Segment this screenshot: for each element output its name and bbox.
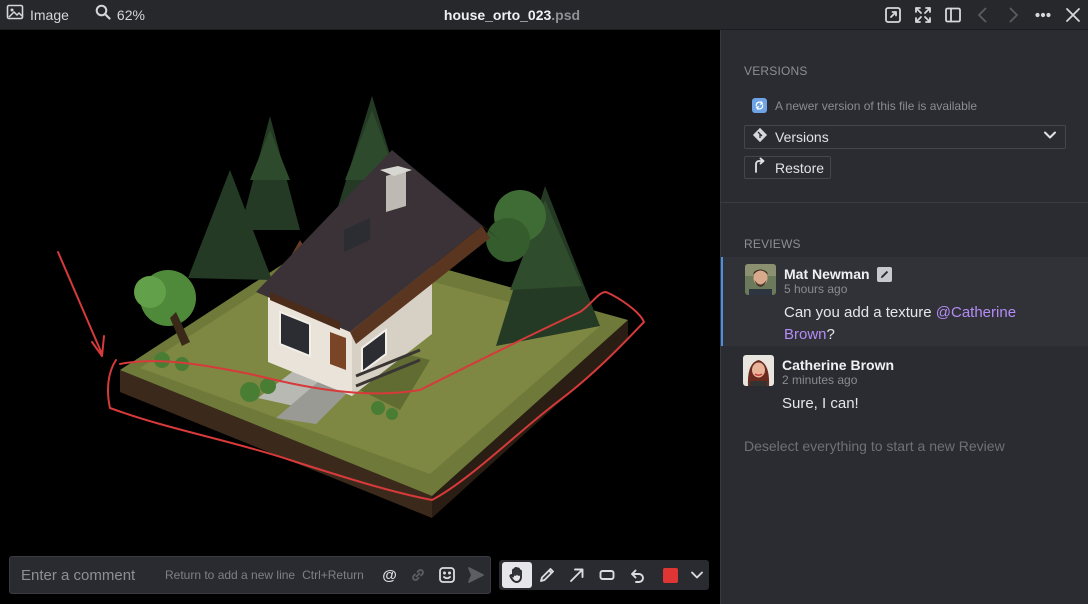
window-controls	[878, 0, 1088, 30]
avatar	[745, 264, 776, 295]
prev-icon[interactable]	[968, 0, 998, 30]
panel-toggle-icon[interactable]	[938, 0, 968, 30]
side-panel: VERSIONS A newer version of this file is…	[720, 30, 1088, 604]
image-canvas[interactable]: Return to add a new line Ctrl+Return to …	[0, 30, 720, 604]
review-author: Mat Newman	[784, 266, 892, 282]
color-dropdown-icon[interactable]	[685, 562, 709, 588]
rectangle-tool-icon[interactable]	[592, 562, 622, 588]
review-text: Sure, I can!	[782, 395, 859, 412]
review-time: 5 hours ago	[784, 282, 848, 296]
review-author: Catherine Brown	[782, 357, 894, 373]
color-picker[interactable]	[655, 562, 685, 588]
mention-symbol: @	[382, 566, 397, 584]
sync-icon	[752, 98, 767, 113]
reviews-title: REVIEWS	[744, 237, 801, 251]
comment-input[interactable]	[21, 566, 159, 584]
zoom-level[interactable]: 62%	[117, 7, 145, 23]
review-item[interactable]: Catherine Brown 2 minutes ago Sure, I ca…	[721, 348, 1088, 428]
divider	[721, 202, 1088, 203]
file-name: house_orto_023.psd	[0, 7, 1024, 23]
newer-version-text: A newer version of this file is availabl…	[775, 98, 978, 113]
send-hint: Ctrl+Return to send	[302, 568, 367, 582]
review-text-start: Can you add a texture	[784, 304, 936, 321]
review-time: 2 minutes ago	[782, 373, 858, 387]
git-branch-icon	[752, 127, 768, 148]
review-item[interactable]: Mat Newman 5 hours ago Can you add a tex…	[721, 257, 1088, 346]
image-icon[interactable]	[6, 4, 24, 25]
color-swatch	[662, 567, 678, 583]
new-review-hint: Deselect everything to start a new Revie…	[744, 438, 1005, 454]
mention-link[interactable]: @Catherine	[936, 304, 1016, 321]
zoom-icon[interactable]	[95, 4, 111, 25]
review-text: Can you add a texture @Catherine Brown?	[784, 302, 1074, 346]
review-author-name: Catherine Brown	[782, 357, 895, 373]
versions-select[interactable]: Versions	[744, 125, 1066, 149]
newer-version-notice: A newer version of this file is availabl…	[752, 98, 977, 113]
mention-button[interactable]: @	[375, 560, 404, 590]
fullscreen-icon[interactable]	[908, 0, 938, 30]
close-icon[interactable]	[1058, 0, 1088, 30]
newline-hint: Return to add a new line	[165, 568, 296, 582]
avatar	[743, 355, 774, 386]
restore-button[interactable]: Restore	[744, 156, 831, 179]
review-author-name: Mat Newman	[784, 266, 870, 282]
restore-icon	[751, 157, 767, 178]
drawing-toolbar	[499, 560, 709, 590]
hand-tool-icon[interactable]	[502, 562, 532, 588]
file-name-base: house_orto_023	[443, 7, 552, 23]
file-extension: .psd	[551, 7, 581, 23]
versions-select-label: Versions	[775, 129, 829, 145]
comment-box: Return to add a new line Ctrl+Return to …	[9, 556, 491, 594]
top-bar: Image 62% house_orto_023.psd	[0, 0, 1088, 30]
send-icon[interactable]	[461, 560, 490, 590]
mention-link-cont[interactable]: Brown	[784, 326, 827, 343]
more-icon[interactable]	[1028, 0, 1058, 30]
versions-title: VERSIONS	[744, 64, 808, 78]
open-external-icon[interactable]	[878, 0, 908, 30]
review-text-end: ?	[826, 326, 835, 343]
arrow-tool-icon[interactable]	[562, 562, 592, 588]
image-label[interactable]: Image	[30, 7, 69, 23]
house-illustration	[57, 96, 645, 518]
pen-tool-icon[interactable]	[532, 562, 562, 588]
emoji-icon[interactable]	[433, 560, 462, 590]
edit-icon[interactable]	[876, 266, 892, 282]
link-icon[interactable]	[404, 560, 433, 590]
undo-tool-icon[interactable]	[622, 562, 652, 588]
chevron-down-icon	[1043, 128, 1057, 147]
next-icon[interactable]	[998, 0, 1028, 30]
restore-label: Restore	[775, 159, 825, 176]
view-controls: Image 62%	[0, 0, 145, 30]
